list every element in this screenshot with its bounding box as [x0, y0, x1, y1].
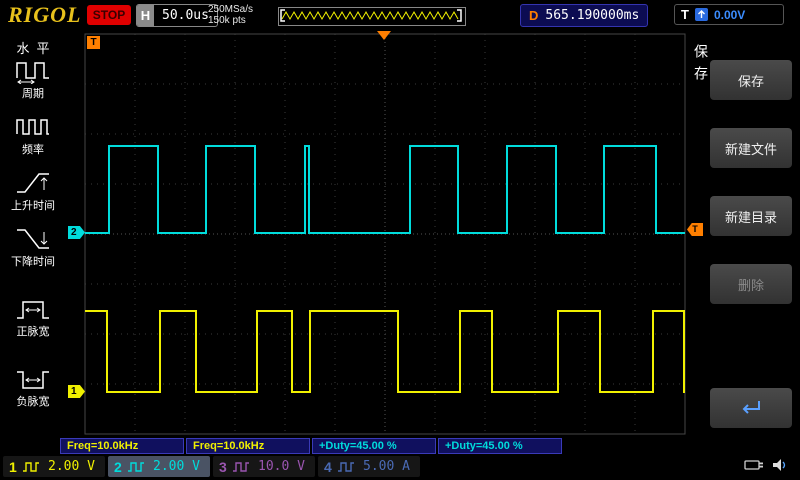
softkey-menu: 保存 保存 新建文件 新建目录 删除: [688, 30, 800, 480]
timebase-label: H: [137, 5, 154, 26]
sidebar-item-negative-width[interactable]: 负脉宽: [0, 366, 66, 409]
rise-time-icon: [15, 170, 51, 196]
sidebar-item-label: 负脉宽: [0, 393, 66, 409]
system-tray: [744, 458, 788, 472]
brand-logo: RIGOL: [8, 2, 81, 28]
frequency-icon: [15, 114, 51, 140]
channel1-number: 1: [9, 459, 17, 475]
channel4-number: 4: [324, 459, 332, 475]
trigger-label: T: [681, 7, 689, 22]
measurement-duty-ch1: +Duty=45.00 %: [312, 438, 436, 454]
sidebar-item-positive-width[interactable]: 正脉宽: [0, 296, 66, 339]
menu-tab-save: 保存: [691, 44, 711, 88]
new-file-button[interactable]: 新建文件: [710, 128, 792, 168]
sidebar-item-rise-time[interactable]: 上升时间: [0, 170, 66, 213]
scope-display[interactable]: [0, 0, 800, 480]
sidebar-item-frequency[interactable]: 频率: [0, 114, 66, 157]
channel1-status[interactable]: 1 2.00 V: [3, 456, 105, 477]
measurement-freq-ch1: Freq=10.0kHz: [60, 438, 184, 454]
trigger-corner-marker[interactable]: T: [87, 36, 100, 49]
sidebar-item-label: 周期: [0, 85, 66, 101]
delay-label: D: [529, 8, 538, 23]
coupling-icon: [127, 462, 145, 472]
sidebar-item-label: 正脉宽: [0, 323, 66, 339]
measurement-duty-ch2: +Duty=45.00 %: [438, 438, 562, 454]
fall-time-icon: [15, 226, 51, 252]
save-button[interactable]: 保存: [710, 60, 792, 100]
return-arrow-icon: [738, 398, 764, 418]
speaker-icon[interactable]: [772, 458, 788, 472]
acquisition-info: 250MSa/s 150k pts: [208, 4, 253, 26]
delay-value: 565.190000ms: [545, 8, 639, 23]
channel3-number: 3: [219, 459, 227, 475]
channel3-scale: 10.0 V: [258, 459, 305, 474]
channel2-scale: 2.00 V: [153, 459, 200, 474]
measurement-freq-ch2: Freq=10.0kHz: [186, 438, 310, 454]
timebase-readout[interactable]: H 50.0us: [136, 4, 218, 27]
top-bar: RIGOL STOP H 50.0us 250MSa/s 150k pts D …: [0, 0, 800, 30]
sidebar-item-label: 下降时间: [0, 253, 66, 269]
sidebar-item-period[interactable]: 周期: [0, 58, 66, 101]
sidebar-item-label: 上升时间: [0, 197, 66, 213]
memory-depth: 150k pts: [208, 15, 253, 26]
delete-button: 删除: [710, 264, 792, 304]
trigger-position-icon[interactable]: [377, 31, 391, 40]
trigger-level-value: 0.00V: [714, 8, 745, 22]
channel1-scale: 2.00 V: [48, 459, 95, 474]
measure-category-title: 水平: [0, 38, 66, 57]
coupling-icon: [22, 462, 40, 472]
run-state-badge[interactable]: STOP: [87, 5, 131, 25]
oscilloscope-screen: RIGOL STOP H 50.0us 250MSa/s 150k pts D …: [0, 0, 800, 480]
trigger-readout[interactable]: T 0.00V: [674, 4, 784, 25]
delay-readout[interactable]: D 565.190000ms: [520, 4, 648, 27]
coupling-icon: [337, 462, 355, 472]
channel4-scale: 5.00 A: [363, 459, 410, 474]
channel2-number: 2: [114, 459, 122, 475]
measure-sidebar: 水平 周期 频率 上升时间 下降时间: [0, 30, 66, 480]
negative-width-icon: [15, 366, 51, 392]
usb-icon: [744, 458, 764, 472]
channel3-status[interactable]: 3 10.0 V: [213, 456, 315, 477]
channel4-status[interactable]: 4 5.00 A: [318, 456, 420, 477]
sidebar-item-label: 频率: [0, 141, 66, 157]
period-icon: [15, 58, 51, 84]
memory-waveform-preview[interactable]: [278, 7, 466, 26]
positive-width-icon: [15, 296, 51, 322]
trigger-slope-icon: [695, 8, 708, 21]
memory-waveform-icon: [279, 8, 463, 23]
coupling-icon: [232, 462, 250, 472]
new-folder-button[interactable]: 新建目录: [710, 196, 792, 236]
channel2-status[interactable]: 2 2.00 V: [108, 456, 210, 477]
back-button[interactable]: [710, 388, 792, 428]
sample-rate: 250MSa/s: [208, 4, 253, 15]
sidebar-item-fall-time[interactable]: 下降时间: [0, 226, 66, 269]
